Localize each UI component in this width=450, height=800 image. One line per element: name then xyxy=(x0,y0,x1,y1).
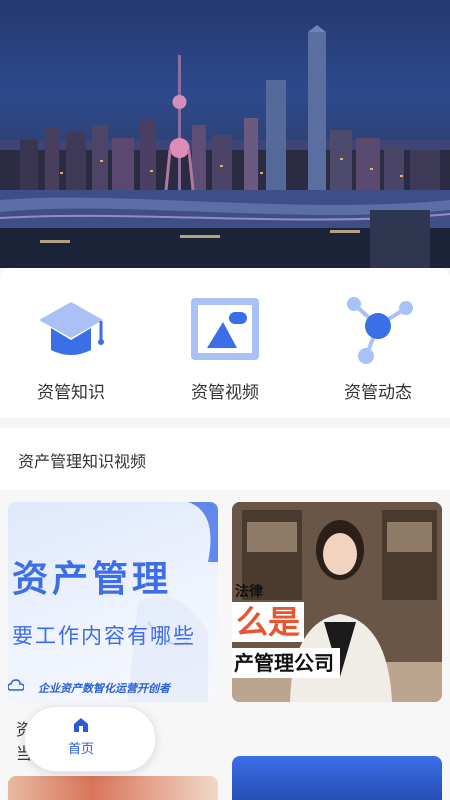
quick-item-knowledge[interactable]: 资管知识 xyxy=(6,290,136,403)
section-title: 资产管理知识视频 xyxy=(18,452,147,471)
card-caption-3: 产管理公司 xyxy=(232,648,340,678)
quick-item-video[interactable]: 资管视频 xyxy=(160,290,290,403)
card-caption-2: 么是 xyxy=(232,602,305,642)
bottom-tab-bar: 首页 xyxy=(24,706,156,772)
quick-item-news[interactable]: 资管动态 xyxy=(313,290,443,403)
quick-menu: 资管知识 资管视频 资管动态 xyxy=(0,268,450,418)
cloud-icon xyxy=(8,679,24,691)
city-skyline-image xyxy=(0,25,450,268)
quick-item-label: 资管知识 xyxy=(37,383,105,403)
hero-banner[interactable] xyxy=(0,0,450,268)
graduation-cap-icon xyxy=(39,302,104,355)
video-card-4[interactable] xyxy=(232,756,442,800)
video-card-3[interactable] xyxy=(8,776,218,800)
video-card-1[interactable]: 资产管理 要工作内容有哪些 企业资产数智化运营开创者 xyxy=(8,502,218,702)
quick-item-label: 资管视频 xyxy=(191,383,259,403)
network-nodes-icon xyxy=(347,297,413,364)
quick-item-label: 资管动态 xyxy=(344,383,412,403)
card-caption-1: 法律 xyxy=(235,584,263,600)
video-card-2[interactable]: 法律 么是 产管理公司 xyxy=(232,502,442,702)
image-frame-icon xyxy=(191,298,259,360)
home-icon xyxy=(74,718,88,732)
card-background-lines xyxy=(128,596,208,702)
tab-home-label: 首页 xyxy=(67,742,94,757)
card-title: 资产管理 xyxy=(12,559,173,600)
section-header: 资产管理知识视频 xyxy=(0,428,450,490)
tab-home[interactable]: 首页 xyxy=(51,715,111,757)
card-subtitle: 要工作内容有哪些 xyxy=(12,624,196,648)
card-footer: 企业资产数智化运营开创者 xyxy=(38,682,170,695)
